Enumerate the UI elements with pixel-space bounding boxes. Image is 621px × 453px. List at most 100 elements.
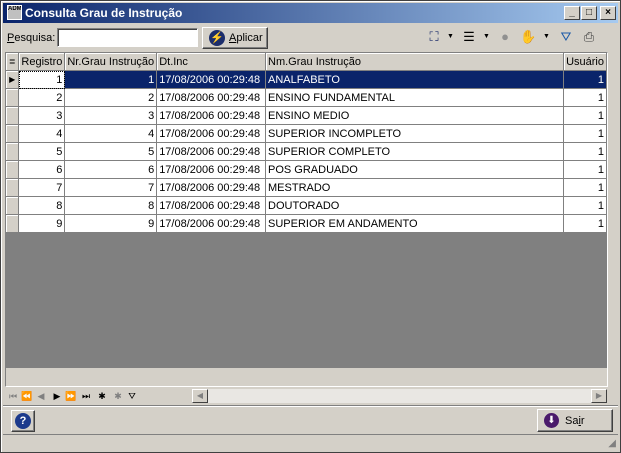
cell-dt-inc[interactable]: 17/08/2006 00:29:48 bbox=[156, 160, 267, 179]
last-record-icon[interactable]: ⏭ bbox=[80, 389, 92, 403]
cell-usuario[interactable]: 1 bbox=[563, 178, 607, 197]
grid-footer-panel bbox=[6, 368, 607, 386]
help-button[interactable]: ? bbox=[11, 410, 35, 432]
hierarchy-dropdown-icon[interactable]: ▼ bbox=[447, 31, 454, 43]
search-input[interactable] bbox=[57, 28, 198, 47]
cell-usuario[interactable]: 1 bbox=[563, 88, 607, 107]
next-page-icon[interactable]: ⏩ bbox=[65, 389, 77, 403]
cell-dt-inc[interactable]: 17/08/2006 00:29:48 bbox=[156, 70, 267, 89]
column-header-nr-grau[interactable]: Nr.Grau Instrução bbox=[64, 53, 158, 71]
cell-registro[interactable]: 9 bbox=[18, 214, 66, 233]
cell-nr-grau[interactable]: 4 bbox=[64, 124, 158, 143]
cell-registro[interactable]: 6 bbox=[18, 160, 66, 179]
print-icon[interactable]: ⎙ bbox=[581, 29, 597, 45]
layout-icon[interactable]: ☰ bbox=[461, 29, 477, 45]
delete-record-icon[interactable]: ✱ bbox=[112, 389, 124, 403]
cell-registro[interactable]: 5 bbox=[18, 142, 66, 161]
cell-registro[interactable]: 2 bbox=[18, 88, 66, 107]
hierarchy-icon[interactable]: ⛶ bbox=[426, 29, 442, 45]
scroll-right-icon[interactable]: ▶ bbox=[591, 389, 607, 403]
divider bbox=[3, 405, 618, 407]
cell-nr-grau[interactable]: 9 bbox=[64, 214, 158, 233]
main-window: ADM Consulta Grau de Instrução _ □ × Pes… bbox=[0, 0, 621, 453]
hand-dropdown-icon[interactable]: ▼ bbox=[543, 31, 550, 43]
next-record-icon[interactable]: ▶ bbox=[51, 389, 63, 403]
table-row[interactable]: 4 4 17/08/2006 00:29:48 SUPERIOR INCOMPL… bbox=[6, 124, 607, 143]
table-row[interactable]: 3 3 17/08/2006 00:29:48 ENSINO MEDIO 1 bbox=[6, 106, 607, 125]
hand-icon[interactable]: ✋ bbox=[520, 29, 536, 45]
cell-registro[interactable]: 4 bbox=[18, 124, 66, 143]
grid-body: ≣ Registro Nr.Grau Instrução Dt.Inc Nm.G… bbox=[6, 53, 607, 368]
column-header-registro[interactable]: Registro bbox=[18, 53, 66, 71]
cell-nr-grau[interactable]: 1 bbox=[64, 70, 158, 89]
row-indicator bbox=[6, 106, 20, 125]
cell-dt-inc[interactable]: 17/08/2006 00:29:48 bbox=[156, 106, 267, 125]
apply-button-label: Aplicar bbox=[229, 32, 263, 44]
table-row[interactable]: 5 5 17/08/2006 00:29:48 SUPERIOR COMPLET… bbox=[6, 142, 607, 161]
cell-nm-grau[interactable]: POS GRADUADO bbox=[265, 160, 565, 179]
insert-record-icon[interactable]: ✱ bbox=[96, 389, 108, 403]
column-header-nm-grau[interactable]: Nm.Grau Instrução bbox=[265, 53, 565, 71]
cell-nr-grau[interactable]: 3 bbox=[64, 106, 158, 125]
column-header-usuario[interactable]: Usuário bbox=[563, 53, 607, 71]
cell-dt-inc[interactable]: 17/08/2006 00:29:48 bbox=[156, 196, 267, 215]
record-icon[interactable]: ● bbox=[497, 29, 513, 45]
filter-record-icon[interactable]: ⛛ bbox=[126, 389, 138, 403]
cell-usuario[interactable]: 1 bbox=[563, 160, 607, 179]
cell-dt-inc[interactable]: 17/08/2006 00:29:48 bbox=[156, 124, 267, 143]
table-row[interactable]: ▶ 1 1 17/08/2006 00:29:48 ANALFABETO 1 bbox=[6, 70, 607, 89]
cell-nr-grau[interactable]: 6 bbox=[64, 160, 158, 179]
cell-nm-grau[interactable]: ANALFABETO bbox=[265, 70, 565, 89]
table-row[interactable]: 8 8 17/08/2006 00:29:48 DOUTORADO 1 bbox=[6, 196, 607, 215]
column-header-indicator[interactable]: ≣ bbox=[6, 53, 20, 71]
close-button[interactable]: × bbox=[600, 6, 616, 20]
table-row[interactable]: 2 2 17/08/2006 00:29:48 ENSINO FUNDAMENT… bbox=[6, 88, 607, 107]
cell-usuario[interactable]: 1 bbox=[563, 124, 607, 143]
cell-nr-grau[interactable]: 2 bbox=[64, 88, 158, 107]
cell-usuario[interactable]: 1 bbox=[563, 106, 607, 125]
cell-nm-grau[interactable]: MESTRADO bbox=[265, 178, 565, 197]
table-row[interactable]: 7 7 17/08/2006 00:29:48 MESTRADO 1 bbox=[6, 178, 607, 197]
prior-page-icon[interactable]: ⏪ bbox=[21, 389, 33, 403]
title-bar[interactable]: ADM Consulta Grau de Instrução _ □ × bbox=[3, 3, 618, 23]
data-grid[interactable]: ≣ Registro Nr.Grau Instrução Dt.Inc Nm.G… bbox=[5, 52, 608, 387]
resize-grip-icon[interactable]: ◢ bbox=[604, 438, 616, 450]
cell-nm-grau[interactable]: SUPERIOR INCOMPLETO bbox=[265, 124, 565, 143]
cell-dt-inc[interactable]: 17/08/2006 00:29:48 bbox=[156, 88, 267, 107]
scroll-left-icon[interactable]: ◀ bbox=[192, 389, 208, 403]
cell-nr-grau[interactable]: 5 bbox=[64, 142, 158, 161]
app-icon: ADM bbox=[7, 5, 22, 20]
layout-dropdown-icon[interactable]: ▼ bbox=[483, 31, 490, 43]
minimize-button[interactable]: _ bbox=[564, 6, 580, 20]
cell-usuario[interactable]: 1 bbox=[563, 214, 607, 233]
filter-icon[interactable]: ⛛ bbox=[558, 29, 574, 45]
table-row[interactable]: 9 9 17/08/2006 00:29:48 SUPERIOR EM ANDA… bbox=[6, 214, 607, 233]
first-record-icon[interactable]: ⏮ bbox=[7, 389, 19, 403]
cell-usuario[interactable]: 1 bbox=[563, 196, 607, 215]
apply-button[interactable]: ⚡ Aplicar bbox=[202, 27, 268, 49]
cell-nm-grau[interactable]: SUPERIOR COMPLETO bbox=[265, 142, 565, 161]
maximize-button[interactable]: □ bbox=[581, 6, 597, 20]
cell-nr-grau[interactable]: 8 bbox=[64, 196, 158, 215]
cell-dt-inc[interactable]: 17/08/2006 00:29:48 bbox=[156, 142, 267, 161]
exit-button[interactable]: ⬇ Sair bbox=[537, 409, 613, 432]
cell-registro[interactable]: 1 bbox=[18, 70, 66, 89]
table-row[interactable]: 6 6 17/08/2006 00:29:48 POS GRADUADO 1 bbox=[6, 160, 607, 179]
cell-nm-grau[interactable]: DOUTORADO bbox=[265, 196, 565, 215]
cell-registro[interactable]: 8 bbox=[18, 196, 66, 215]
cell-nm-grau[interactable]: SUPERIOR EM ANDAMENTO bbox=[265, 214, 565, 233]
cell-registro[interactable]: 3 bbox=[18, 106, 66, 125]
column-header-dt-inc[interactable]: Dt.Inc bbox=[156, 53, 267, 71]
cell-nm-grau[interactable]: ENSINO MEDIO bbox=[265, 106, 565, 125]
cell-registro[interactable]: 7 bbox=[18, 178, 66, 197]
cell-nm-grau[interactable]: ENSINO FUNDAMENTAL bbox=[265, 88, 565, 107]
cell-usuario[interactable]: 1 bbox=[563, 70, 607, 89]
horizontal-scrollbar[interactable]: ◀ ▶ bbox=[191, 388, 608, 404]
cell-dt-inc[interactable]: 17/08/2006 00:29:48 bbox=[156, 214, 267, 233]
prior-record-icon[interactable]: ◀ bbox=[35, 389, 47, 403]
cell-nr-grau[interactable]: 7 bbox=[64, 178, 158, 197]
cell-usuario[interactable]: 1 bbox=[563, 142, 607, 161]
search-label: Pesquisa: bbox=[7, 32, 56, 44]
window-title: Consulta Grau de Instrução bbox=[25, 6, 183, 20]
cell-dt-inc[interactable]: 17/08/2006 00:29:48 bbox=[156, 178, 267, 197]
